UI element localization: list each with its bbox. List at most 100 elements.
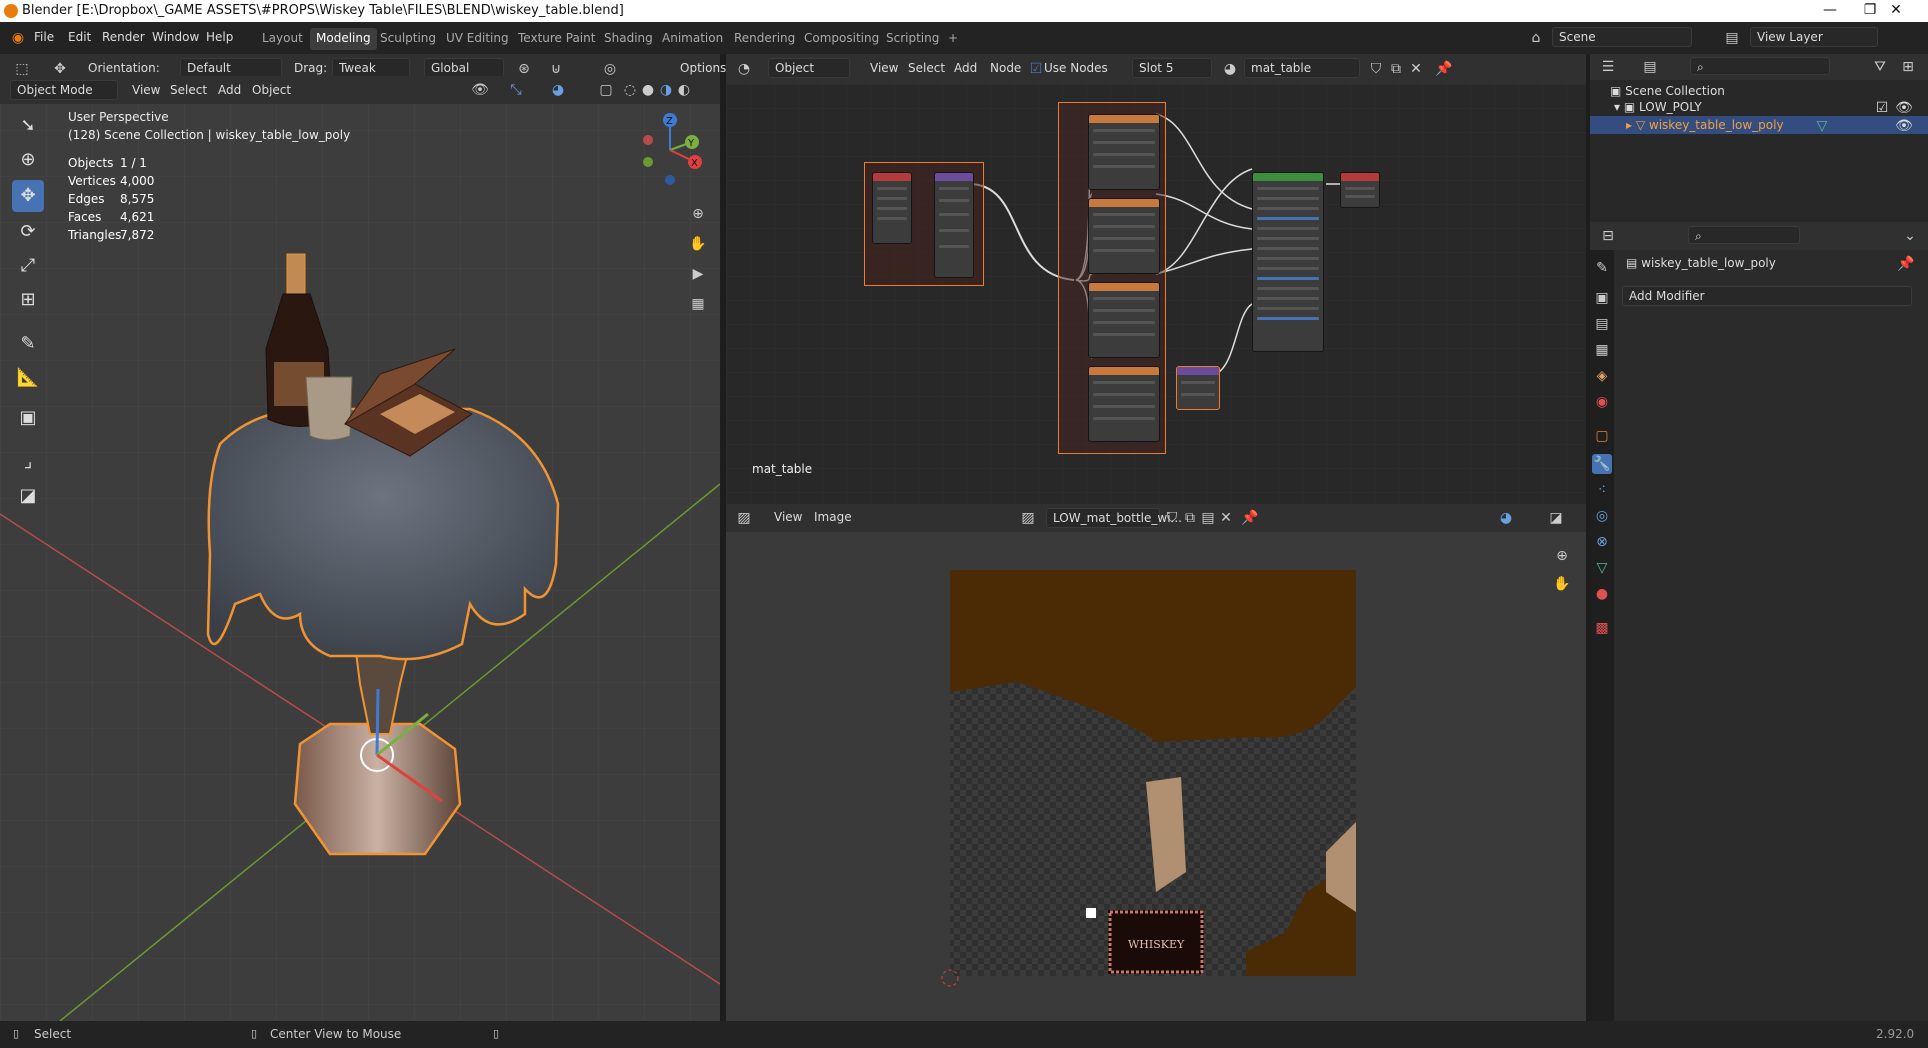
zoom-icon[interactable]: ⊕ [688, 204, 708, 224]
gizmo-z-arrow[interactable] [375, 688, 380, 756]
outliner-search-input[interactable]: ⌕ [1690, 57, 1830, 75]
menu-help[interactable]: Help [206, 30, 233, 44]
use-nodes-checkbox[interactable]: ☑ [1026, 59, 1046, 79]
world-tab-icon[interactable]: ◉ [1592, 392, 1612, 412]
material-name-field[interactable]: mat_table [1244, 58, 1360, 78]
rotate-tool[interactable]: ⟳ [12, 216, 44, 248]
data-tab-icon[interactable]: ▽ [1592, 558, 1612, 578]
constraints-tab-icon[interactable]: ⊗ [1592, 532, 1612, 552]
annotate-tool[interactable]: ✎ [12, 328, 44, 360]
overlay-toggle-icon[interactable]: ◕ [1496, 508, 1516, 528]
menu-edit[interactable]: Edit [68, 30, 91, 44]
tool-tab-icon[interactable]: ✎ [1592, 258, 1612, 278]
image-name-field[interactable]: LOW_mat_bottle_wi... [1046, 508, 1182, 528]
unlink-icon[interactable]: ✕ [1216, 508, 1236, 528]
normal-map-node[interactable] [1176, 366, 1220, 410]
navigation-gizmo[interactable]: Z Y X [630, 110, 710, 190]
move-tool[interactable]: ✥ [12, 180, 44, 212]
tab-scripting[interactable]: Scripting [880, 28, 945, 50]
menu-window[interactable]: Window [152, 30, 199, 44]
scene-selector[interactable]: Scene [1552, 27, 1692, 47]
duplicate-icon[interactable]: ⧉ [1386, 59, 1406, 79]
shader-type-dropdown[interactable]: Object [768, 58, 850, 78]
render-tab-icon[interactable]: ▣ [1592, 288, 1612, 308]
3d-viewport[interactable]: ➘ ⊕ ✥ ⟳ ⤢ ⊞ ✎ 📐 ▣ ⌟ ◪ User Perspective (… [0, 84, 720, 1021]
modifier-tab-icon[interactable]: 🔧 [1592, 454, 1612, 474]
add-cube-tool[interactable]: ▣ [12, 402, 44, 434]
menu-render[interactable]: Render [102, 30, 145, 44]
menu-view[interactable]: View [774, 510, 802, 524]
pin-icon[interactable]: 📌 [1896, 254, 1916, 274]
pan-hand-icon[interactable]: ✋ [1552, 574, 1572, 594]
menu-image[interactable]: Image [814, 510, 852, 524]
eye-icon[interactable]: 👁 [1894, 116, 1914, 136]
material-tab-icon[interactable]: ● [1592, 584, 1612, 604]
eye-icon[interactable]: 👁 [1894, 98, 1914, 118]
menu-node[interactable]: Node [990, 61, 1021, 75]
tab-uv-editing[interactable]: UV Editing [440, 28, 515, 50]
image-texture-node-2[interactable] [1088, 198, 1160, 274]
properties-search-input[interactable]: ⌕ [1688, 226, 1800, 244]
texture-coordinate-node[interactable] [872, 172, 912, 244]
expand-icon[interactable]: ▾ [1614, 100, 1624, 114]
glass[interactable] [305, 376, 353, 441]
tab-sculpting[interactable]: Sculpting [374, 28, 442, 50]
add-modifier-dropdown[interactable]: Add Modifier [1622, 286, 1912, 306]
fake-user-icon[interactable]: ⛉ [1162, 508, 1182, 528]
wireframe-shading-icon[interactable]: ◌ [620, 80, 640, 100]
object-tab-icon[interactable]: ▢ [1592, 426, 1612, 446]
node-editor[interactable]: mat_table [726, 84, 1586, 506]
tab-animation[interactable]: Animation [656, 28, 729, 50]
menu-select[interactable]: Select [170, 83, 207, 97]
pin-icon[interactable]: 📌 [1434, 59, 1454, 79]
image-texture-node-1[interactable] [1088, 114, 1160, 190]
editor-type-icon[interactable]: ☰ [1598, 57, 1618, 77]
menu-add[interactable]: Add [954, 61, 977, 75]
tab-texture-paint[interactable]: Texture Paint [512, 28, 601, 50]
menu-view[interactable]: View [132, 83, 160, 97]
material-output-node[interactable] [1340, 172, 1380, 208]
slot-dropdown[interactable]: Slot 5 [1132, 58, 1212, 78]
display-mode-icon[interactable]: ▤ [1640, 57, 1660, 77]
transform-orientation-dropdown[interactable]: Global [424, 58, 504, 78]
solid-shading-icon[interactable]: ● [638, 80, 658, 100]
editor-type-icon[interactable]: ▨ [734, 508, 754, 528]
camera-icon[interactable]: ▶ [688, 264, 708, 284]
drag-dropdown[interactable]: Tweak [332, 58, 410, 78]
pin-icon[interactable]: 📌 [1240, 508, 1260, 528]
transform-tool[interactable]: ⊞ [12, 284, 44, 316]
select-box-tool[interactable]: ➘ [12, 110, 44, 142]
principled-bsdf-node[interactable] [1252, 172, 1324, 352]
zoom-icon[interactable]: ⊕ [1552, 546, 1572, 566]
scale-tool[interactable]: ⤢ [12, 250, 44, 282]
pan-hand-icon[interactable]: ✋ [688, 234, 708, 254]
tab-modeling[interactable]: Modeling [310, 28, 377, 50]
view-layer-tab-icon[interactable]: ▦ [1592, 340, 1612, 360]
collection-row-low-poly[interactable]: ▾ ▣ LOW_POLY [1614, 100, 1702, 114]
cursor-tool[interactable]: ⊕ [12, 144, 44, 176]
object-row-wiskey-table[interactable]: ▸ ▽ wiskey_table_low_poly [1626, 118, 1784, 132]
tab-compositing[interactable]: Compositing [798, 28, 885, 50]
overlay-toggle-icon[interactable]: ◕ [548, 80, 568, 100]
open-image-icon[interactable]: ▤ [1198, 508, 1218, 528]
chevron-down-icon[interactable]: ⌄ [1900, 226, 1920, 246]
image-browse-icon[interactable]: ▨ [1018, 508, 1038, 528]
new-collection-icon[interactable]: ⊞ [1898, 57, 1918, 77]
physics-tab-icon[interactable]: ◎ [1592, 506, 1612, 526]
tab-layout[interactable]: Layout [256, 28, 309, 50]
view-layer-selector[interactable]: View Layer [1750, 27, 1878, 47]
menu-file[interactable]: File [34, 30, 54, 44]
unlink-icon[interactable]: ✕ [1406, 59, 1426, 79]
add-workspace-button[interactable]: + [942, 28, 964, 50]
orientation-dropdown[interactable]: Default [180, 58, 282, 78]
mesh-data-icon[interactable]: ▽ [1812, 116, 1832, 136]
grid-view-icon[interactable]: ▦ [688, 294, 708, 314]
image-texture-node-4[interactable] [1088, 366, 1160, 442]
measure-tool[interactable]: 📐 [12, 362, 44, 394]
menu-view[interactable]: View [870, 61, 898, 75]
material-shading-icon[interactable]: ◑ [656, 80, 676, 100]
editor-type-icon[interactable]: ◔ [734, 59, 754, 79]
filter-icon[interactable]: ⛛ [1870, 57, 1890, 77]
menu-add[interactable]: Add [218, 83, 241, 97]
material-sphere-icon[interactable]: ◕ [1220, 59, 1240, 79]
